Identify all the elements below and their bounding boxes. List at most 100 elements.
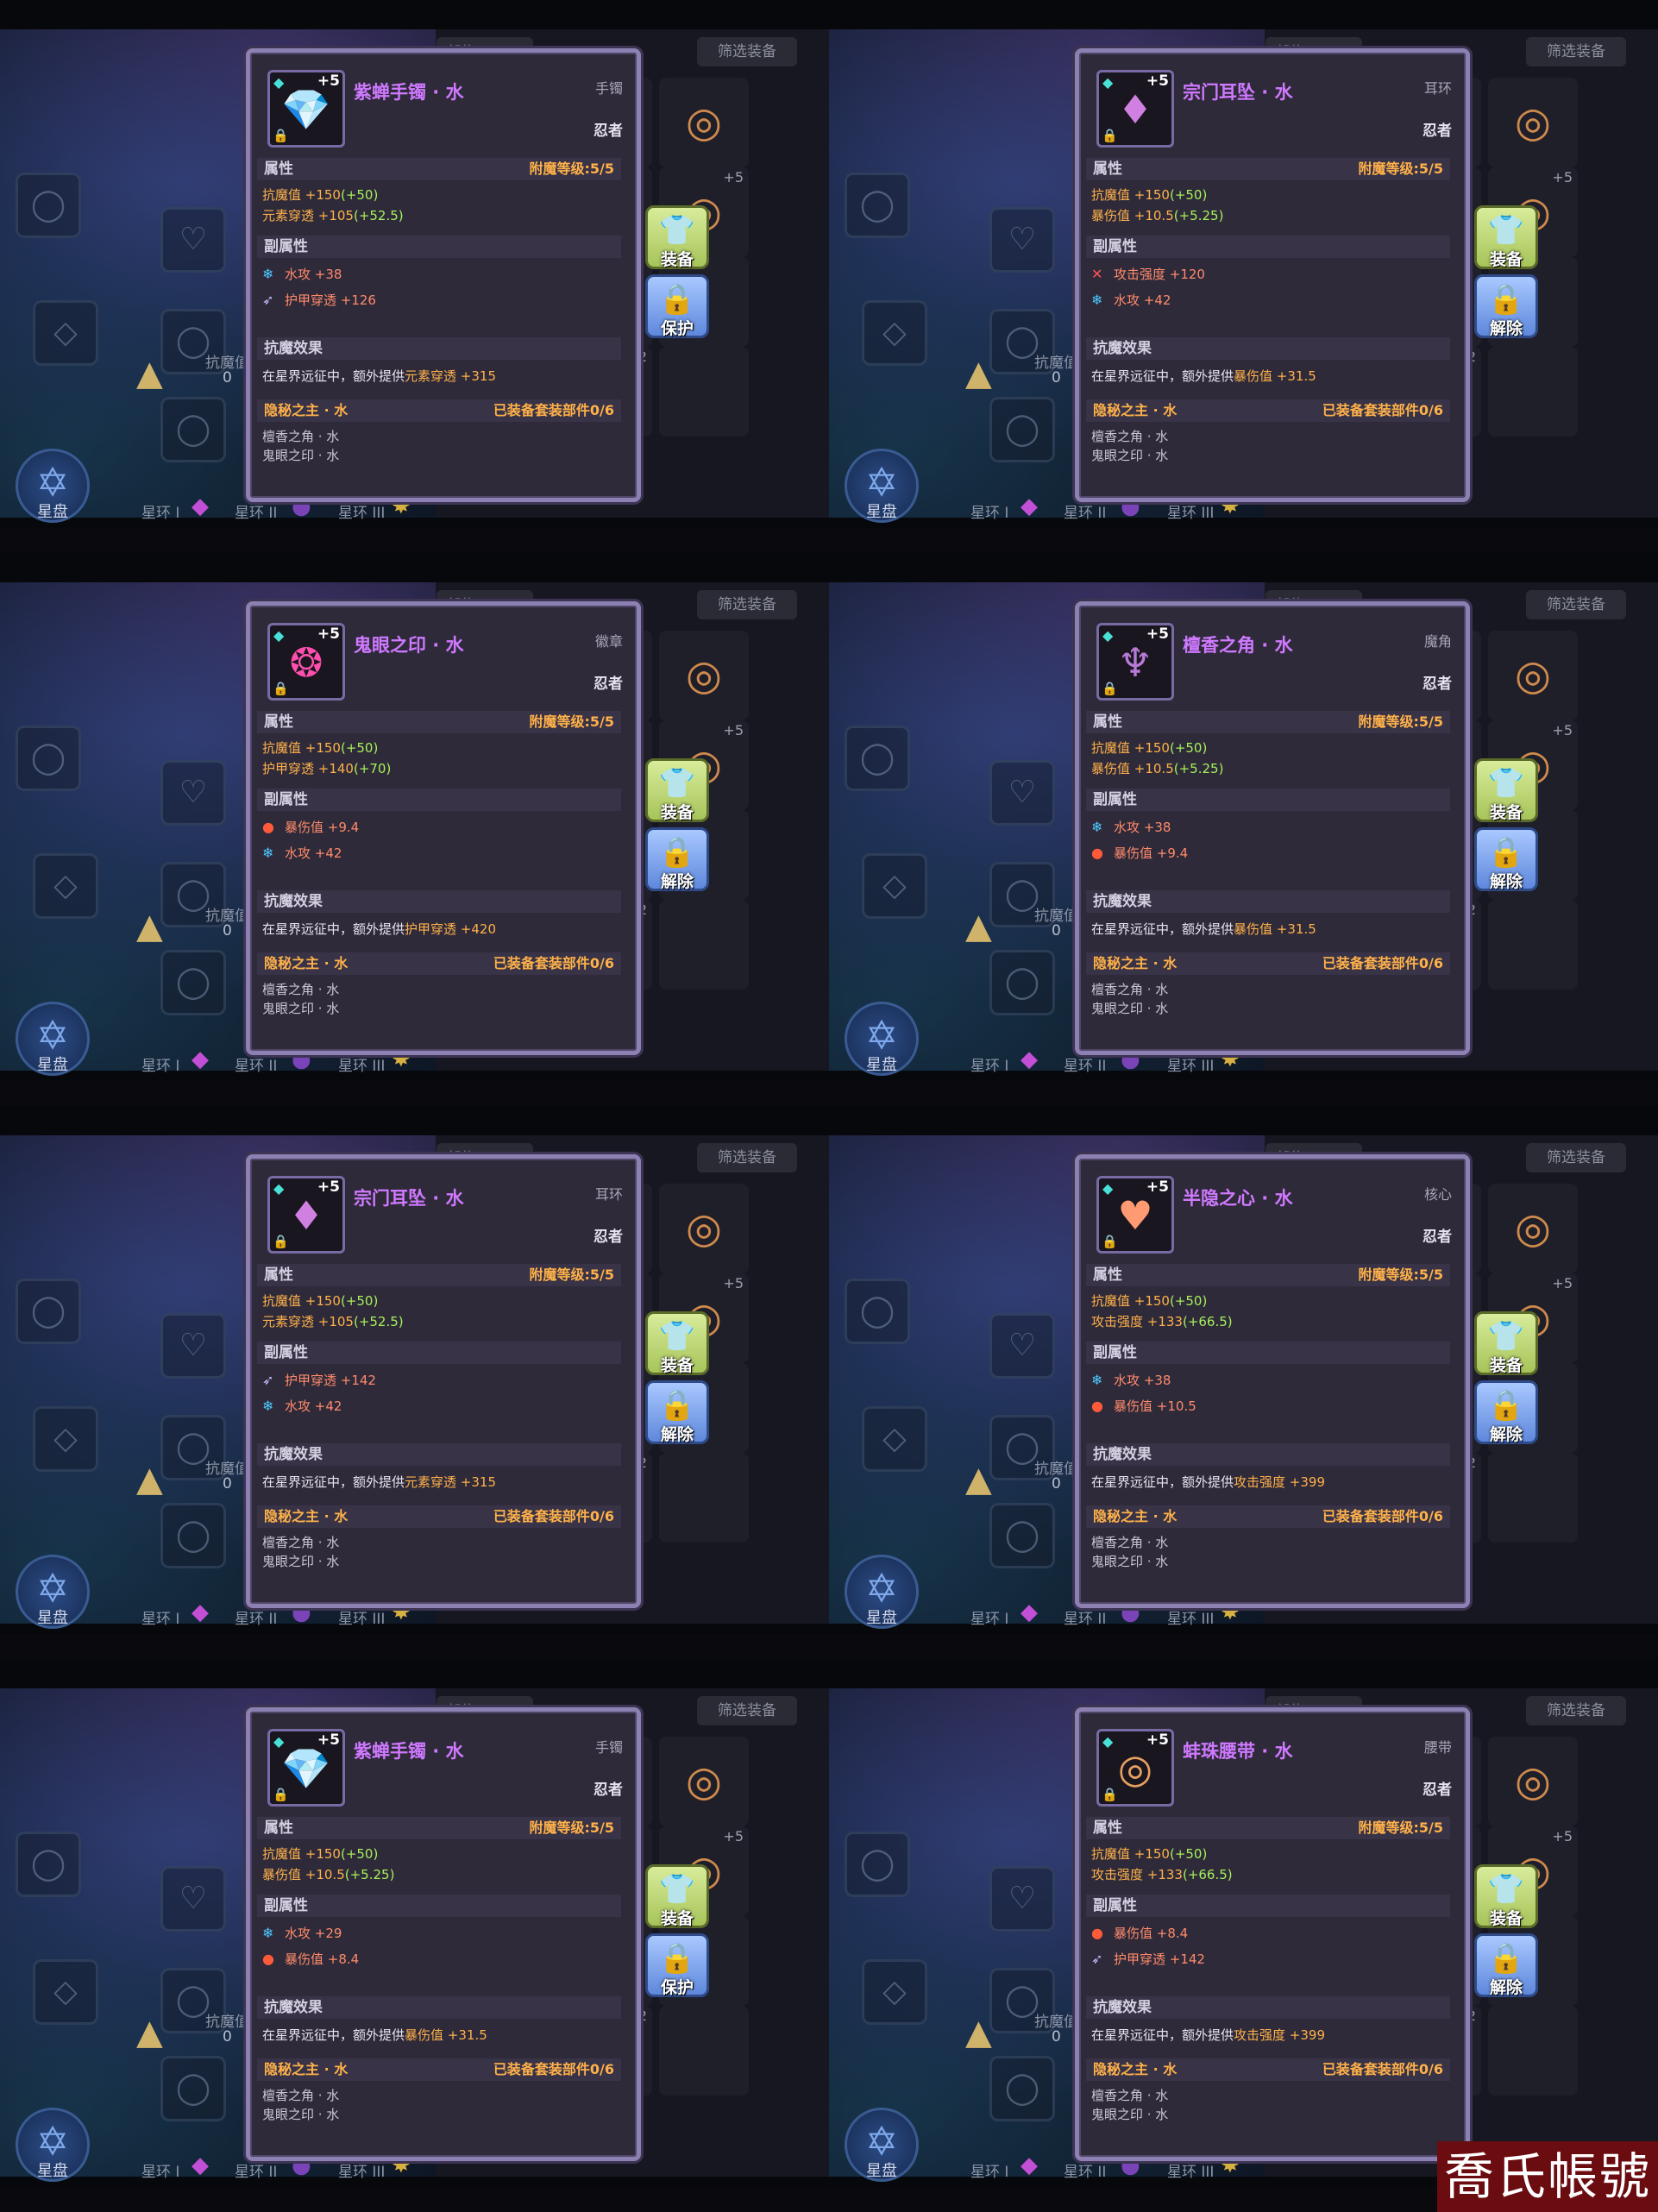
ring-tab-3[interactable]: 星环 III <box>1167 500 1214 522</box>
equipment-slot[interactable]: ♡ <box>989 1866 1055 1932</box>
ring-tab-2[interactable]: 星环 II <box>1064 1053 1106 1075</box>
equip-button[interactable]: 👕 装备 <box>1474 758 1538 822</box>
inventory-cell[interactable]: ◎ <box>1488 631 1578 720</box>
lock-toggle-button[interactable]: 🔒 解除 <box>645 1380 709 1444</box>
ring-tab-3[interactable]: 星环 III <box>1167 1606 1214 1628</box>
equipment-slot[interactable]: ♡ <box>160 1866 226 1932</box>
equipment-slot[interactable]: ◇ <box>33 853 98 919</box>
equipment-slot[interactable]: ◯ <box>160 1503 226 1568</box>
equipment-slot[interactable]: ◯ <box>989 397 1055 462</box>
equipment-slot[interactable]: ◇ <box>862 853 927 919</box>
inventory-cell[interactable] <box>1488 2006 1578 2096</box>
inventory-cell[interactable]: ◎ <box>1488 1737 1578 1826</box>
equipment-slot[interactable]: ◯ <box>989 1503 1055 1568</box>
filter-equipment-button[interactable]: 筛选装备 <box>697 1696 797 1725</box>
filter-equipment-button[interactable]: 筛选装备 <box>697 590 797 619</box>
ring-tab-1[interactable]: 星环 I <box>141 1053 179 1075</box>
equipment-slot[interactable]: ◯ <box>16 1279 81 1344</box>
equipment-slot[interactable]: ◇ <box>862 300 927 366</box>
ring-tab-1[interactable]: 星环 I <box>970 1053 1008 1075</box>
star-plate-button[interactable]: ✡ 星盘 <box>16 2108 90 2182</box>
inventory-cell[interactable]: ◎ <box>1488 78 1578 167</box>
lock-toggle-button[interactable]: 🔒 解除 <box>1474 1933 1538 1997</box>
equip-button[interactable]: 👕 装备 <box>1474 1311 1538 1375</box>
star-plate-button[interactable]: ✡ 星盘 <box>16 1002 90 1076</box>
equipment-slot[interactable]: ♡ <box>160 760 226 826</box>
inventory-cell[interactable] <box>1488 900 1578 990</box>
filter-equipment-button[interactable]: 筛选装备 <box>1526 1696 1626 1725</box>
inventory-cell[interactable]: ◎ <box>659 631 749 720</box>
equipment-slot[interactable]: ◯ <box>845 1279 910 1344</box>
equipment-slot[interactable]: ◯ <box>845 726 910 791</box>
ring-tab-1[interactable]: 星环 I <box>970 2159 1008 2181</box>
ring-tab-2[interactable]: 星环 II <box>1064 1606 1106 1628</box>
star-plate-button[interactable]: ✡ 星盘 <box>845 449 919 523</box>
ring-tab-1[interactable]: 星环 I <box>141 2159 179 2181</box>
equipment-slot[interactable]: ◯ <box>16 1832 81 1897</box>
equip-button[interactable]: 👕 装备 <box>645 205 709 269</box>
star-plate-button[interactable]: ✡ 星盘 <box>845 1555 919 1629</box>
inventory-cell[interactable] <box>1488 1453 1578 1543</box>
ring-tab-3[interactable]: 星环 III <box>1167 1053 1214 1075</box>
equipment-slot[interactable]: ◯ <box>16 726 81 791</box>
inventory-cell[interactable]: ◎ <box>659 78 749 167</box>
ring-tab-3[interactable]: 星环 III <box>1167 2159 1214 2181</box>
ring-tab-2[interactable]: 星环 II <box>235 500 277 522</box>
filter-equipment-button[interactable]: 筛选装备 <box>697 37 797 66</box>
equip-button[interactable]: 👕 装备 <box>645 1864 709 1928</box>
inventory-cell[interactable]: ◎ <box>1488 1184 1578 1273</box>
inventory-cell[interactable] <box>659 2006 749 2096</box>
inventory-cell[interactable] <box>659 1453 749 1543</box>
ring-tab-3[interactable]: 星环 III <box>338 2159 385 2181</box>
equipment-slot[interactable]: ♡ <box>989 1313 1055 1379</box>
lock-toggle-button[interactable]: 🔒 解除 <box>1474 827 1538 891</box>
lock-toggle-button[interactable]: 🔒 解除 <box>1474 1380 1538 1444</box>
equipment-slot[interactable]: ◯ <box>989 2056 1055 2121</box>
inventory-cell[interactable]: ◎ <box>659 1737 749 1826</box>
equipment-slot[interactable]: ◇ <box>33 1406 98 1472</box>
ring-tab-3[interactable]: 星环 III <box>338 1606 385 1628</box>
ring-tab-2[interactable]: 星环 II <box>1064 2159 1106 2181</box>
filter-equipment-button[interactable]: 筛选装备 <box>1526 1143 1626 1172</box>
equipment-slot[interactable]: ◯ <box>16 173 81 238</box>
equipment-slot[interactable]: ◇ <box>33 1959 98 2025</box>
ring-tab-3[interactable]: 星环 III <box>338 1053 385 1075</box>
ring-tab-1[interactable]: 星环 I <box>970 500 1008 522</box>
equipment-slot[interactable]: ◯ <box>160 950 226 1015</box>
equipment-slot[interactable]: ♡ <box>160 207 226 273</box>
equipment-slot[interactable]: ♡ <box>989 760 1055 826</box>
equip-button[interactable]: 👕 装备 <box>645 1311 709 1375</box>
ring-tab-1[interactable]: 星环 I <box>141 500 179 522</box>
ring-tab-2[interactable]: 星环 II <box>235 1606 277 1628</box>
equip-button[interactable]: 👕 装备 <box>1474 1864 1538 1928</box>
inventory-cell[interactable]: ◎ <box>659 1184 749 1273</box>
equipment-slot[interactable]: ◯ <box>160 2056 226 2121</box>
star-plate-button[interactable]: ✡ 星盘 <box>845 1002 919 1076</box>
equipment-slot[interactable]: ◯ <box>845 1832 910 1897</box>
inventory-cell[interactable] <box>659 347 749 437</box>
equipment-slot[interactable]: ◇ <box>862 1406 927 1472</box>
ring-tab-1[interactable]: 星环 I <box>970 1606 1008 1628</box>
filter-equipment-button[interactable]: 筛选装备 <box>1526 37 1626 66</box>
lock-toggle-button[interactable]: 🔒 保护 <box>645 274 709 338</box>
equipment-slot[interactable]: ◯ <box>845 173 910 238</box>
ring-tab-2[interactable]: 星环 II <box>235 1053 277 1075</box>
equipment-slot[interactable]: ♡ <box>989 207 1055 273</box>
lock-toggle-button[interactable]: 🔒 保护 <box>645 1933 709 1997</box>
equip-button[interactable]: 👕 装备 <box>1474 205 1538 269</box>
filter-equipment-button[interactable]: 筛选装备 <box>1526 590 1626 619</box>
inventory-cell[interactable] <box>1488 347 1578 437</box>
star-plate-button[interactable]: ✡ 星盘 <box>845 2108 919 2182</box>
lock-toggle-button[interactable]: 🔒 解除 <box>1474 274 1538 338</box>
lock-toggle-button[interactable]: 🔒 解除 <box>645 827 709 891</box>
equipment-slot[interactable]: ◇ <box>862 1959 927 2025</box>
ring-tab-2[interactable]: 星环 II <box>1064 500 1106 522</box>
star-plate-button[interactable]: ✡ 星盘 <box>16 1555 90 1629</box>
equipment-slot[interactable]: ◇ <box>33 300 98 366</box>
ring-tab-3[interactable]: 星环 III <box>338 500 385 522</box>
inventory-cell[interactable] <box>659 900 749 990</box>
equipment-slot[interactable]: ◯ <box>160 397 226 462</box>
equipment-slot[interactable]: ◯ <box>989 950 1055 1015</box>
filter-equipment-button[interactable]: 筛选装备 <box>697 1143 797 1172</box>
ring-tab-2[interactable]: 星环 II <box>235 2159 277 2181</box>
